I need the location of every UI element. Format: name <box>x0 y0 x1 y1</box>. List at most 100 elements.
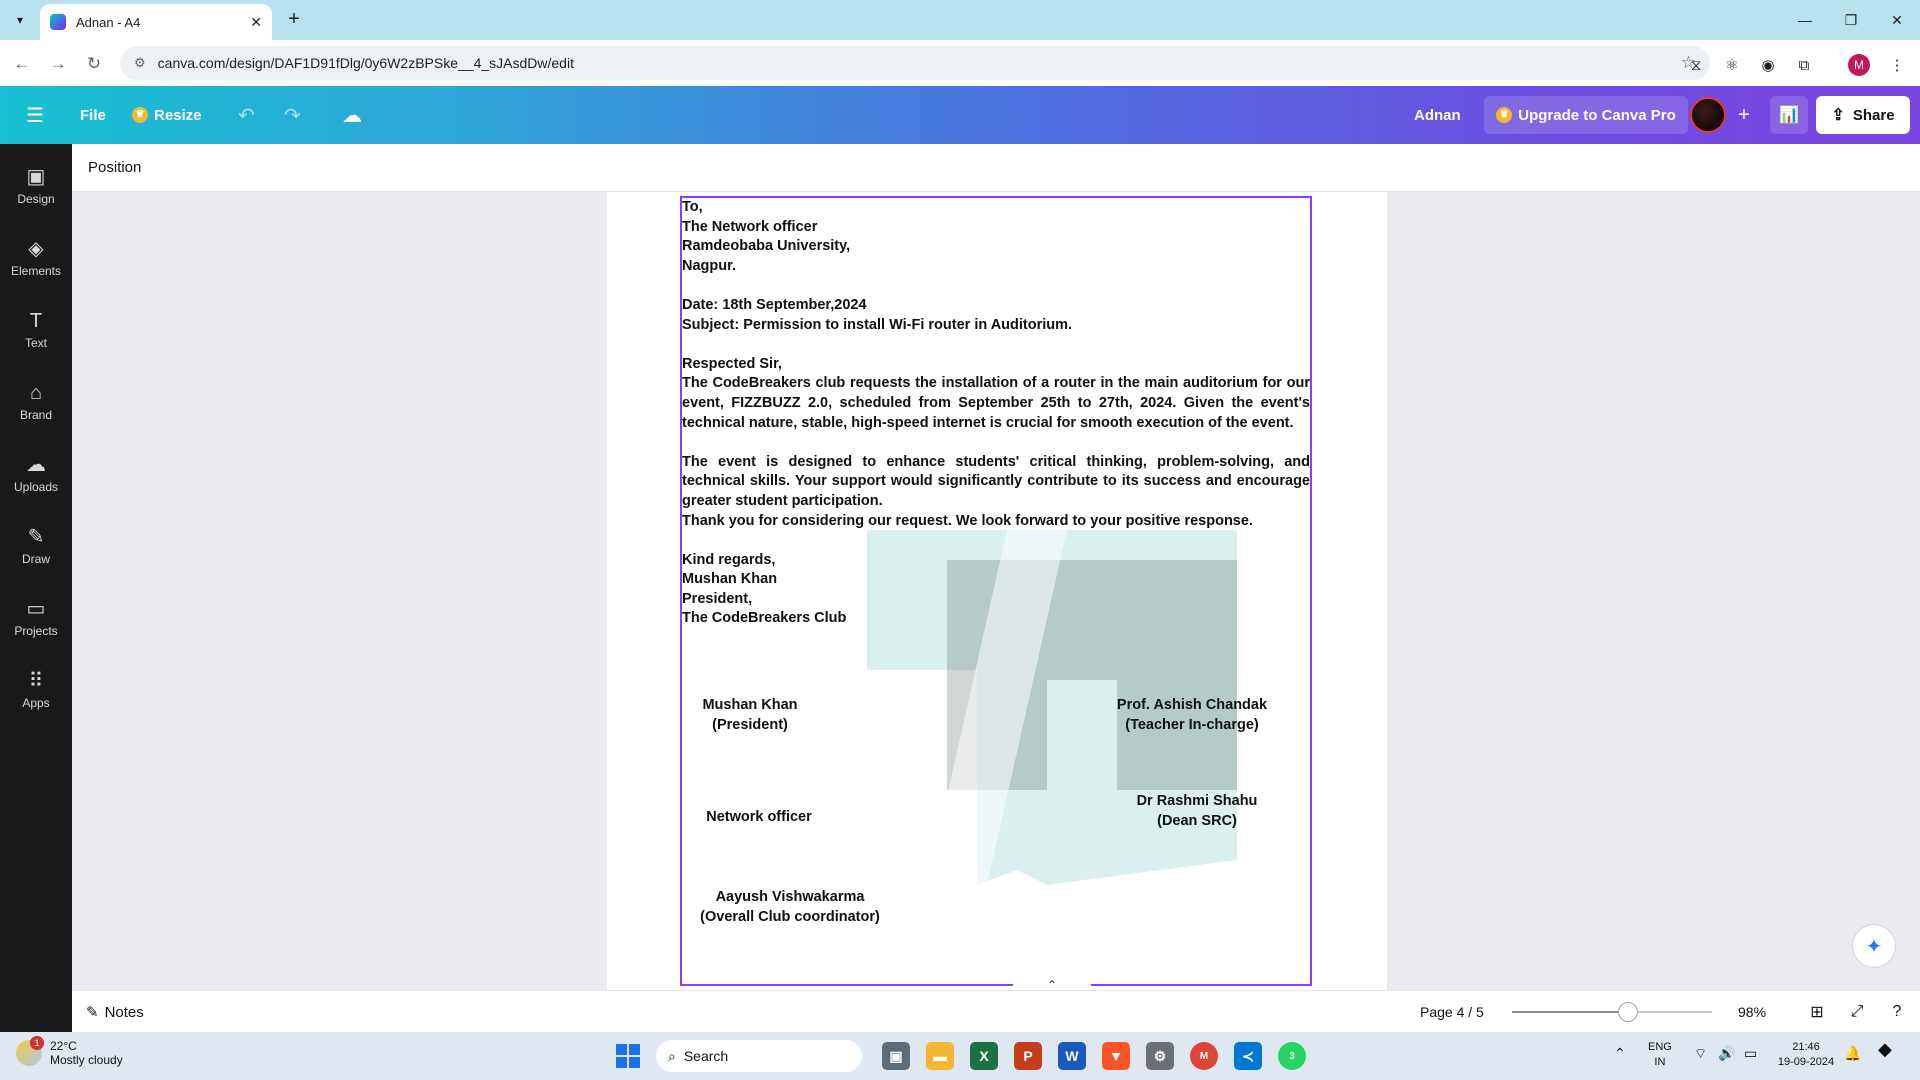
sidebar-item-apps[interactable]: ⠿ Apps <box>0 660 72 720</box>
apps-icon: ⠿ <box>28 669 44 692</box>
powerpoint-icon[interactable]: P <box>1014 1042 1042 1070</box>
battery-icon[interactable]: ▭ <box>1744 1046 1757 1061</box>
signature-name: Prof. Ashish Chandak <box>1116 697 1268 713</box>
undo-icon: ↶ <box>238 104 255 127</box>
forward-button[interactable]: → <box>44 50 72 78</box>
page-indicator[interactable]: Page 4 / 5 <box>1420 1004 1484 1020</box>
uploads-icon: ☁ <box>26 453 46 476</box>
resize-button[interactable]: ♛ Resize <box>132 86 202 144</box>
minimize-button[interactable]: — <box>1782 0 1828 40</box>
share-upload-icon: ⇪ <box>1831 107 1845 124</box>
whatsapp-icon[interactable]: 3 <box>1278 1042 1306 1070</box>
zoom-slider-thumb[interactable] <box>1618 1002 1638 1022</box>
sidebar-label: Elements <box>10 263 62 278</box>
vscode-icon[interactable]: ≺ <box>1234 1042 1262 1070</box>
magic-assistant-sparkle-icon[interactable]: ✦ <box>1852 924 1896 968</box>
taskbar-search[interactable]: ⌕ Search <box>656 1040 862 1072</box>
to-line: The Network officer <box>682 218 818 235</box>
canvas-workspace: To, The Network officer Ramdeobaba Unive… <box>72 192 1920 990</box>
excel-icon[interactable]: X <box>970 1042 998 1070</box>
upgrade-pro-button[interactable]: ♛ Upgrade to Canva Pro <box>1484 96 1688 134</box>
word-icon[interactable]: W <box>1058 1042 1086 1070</box>
reload-button[interactable]: ↻ <box>80 50 108 78</box>
copilot-icon[interactable]: ◆ <box>1878 1040 1892 1058</box>
file-menu-button[interactable]: File <box>80 86 106 144</box>
signature-role: (Overall Club coordinator) <box>700 908 880 925</box>
extension-panda-icon[interactable]: ◉ <box>1757 54 1779 76</box>
user-avatar[interactable] <box>1690 97 1726 133</box>
invite-collaborator-button[interactable]: + <box>1728 99 1760 131</box>
elements-icon: ◈ <box>28 237 44 260</box>
fullscreen-icon[interactable]: ⤢ <box>1846 1001 1868 1023</box>
close-window-button[interactable]: ✕ <box>1874 0 1920 40</box>
volume-icon[interactable]: 🔊 <box>1718 1046 1735 1061</box>
extension-vk-icon[interactable]: ⧖ <box>1685 54 1707 76</box>
sidebar-item-projects[interactable]: ▭ Projects <box>0 588 72 648</box>
share-button[interactable]: ⇪ Share <box>1816 96 1910 134</box>
address-bar[interactable]: ⚙ canva.com/design/DAF1D91fDlg/0y6W2zBPS… <box>120 46 1710 80</box>
hamburger-icon: ☰ <box>26 104 44 127</box>
closing-line: President, <box>682 590 753 607</box>
sidebar-item-text[interactable]: T Text <box>0 300 72 360</box>
wifi-icon[interactable]: ⌔ <box>1694 1046 1707 1061</box>
notes-icon: ✎ <box>86 1004 99 1021</box>
site-info-icon[interactable]: ⚙ <box>134 55 146 71</box>
clock[interactable]: 21:46 19-09-2024 <box>1774 1040 1838 1070</box>
letter-paragraph: The event is designed to enhance student… <box>682 453 1310 509</box>
main-menu-button[interactable]: ☰ <box>26 86 44 144</box>
browser-address-row: ← → ↻ ⚙ canva.com/design/DAF1D91fDlg/0y6… <box>0 40 1920 86</box>
design-owner-name[interactable]: Adnan <box>1414 86 1461 144</box>
temperature: 22°C <box>50 1039 77 1053</box>
letter-paragraph: Thank you for considering our request. W… <box>682 512 1253 529</box>
browser-tab-active[interactable]: Adnan - A4 ✕ <box>40 4 272 40</box>
sidebar-item-uploads[interactable]: ☁ Uploads <box>0 444 72 504</box>
redo-button[interactable]: ↷ <box>284 86 301 144</box>
language-indicator[interactable]: ENG IN <box>1648 1040 1672 1070</box>
restore-button[interactable]: ❐ <box>1828 0 1874 40</box>
task-view-icon[interactable]: ▣ <box>882 1042 910 1070</box>
signature-role: (President) <box>712 716 788 733</box>
new-tab-button[interactable]: + <box>282 8 306 32</box>
crown-icon: ♛ <box>1496 107 1513 123</box>
sidebar-item-design[interactable]: ▣ Design <box>0 156 72 216</box>
weather-widget[interactable]: 1 22°C Mostly cloudy <box>16 1036 123 1067</box>
brave-icon[interactable]: ▼ <box>1102 1042 1130 1070</box>
extension-react-icon[interactable]: ⚛ <box>1721 54 1743 76</box>
position-button[interactable]: Position <box>88 159 141 176</box>
letter-text-box[interactable]: To, The Network officer Ramdeobaba Unive… <box>680 196 1312 986</box>
tab-list-dropdown[interactable]: ▾ <box>8 8 32 32</box>
settings-gear-icon[interactable]: ⚙ <box>1146 1042 1174 1070</box>
file-explorer-icon[interactable]: ▬ <box>926 1042 954 1070</box>
notes-button[interactable]: ✎ Notes <box>86 1003 144 1021</box>
insights-chart-icon[interactable]: 📊 <box>1770 96 1808 134</box>
sidebar-item-elements[interactable]: ◈ Elements <box>0 228 72 288</box>
collapse-pages-chevron-icon[interactable]: ⌃ <box>1012 978 1092 990</box>
zoom-slider[interactable] <box>1512 1002 1712 1022</box>
browser-menu-icon[interactable]: ⋮ <box>1886 54 1908 76</box>
save-status-button[interactable]: ☁ <box>342 86 362 144</box>
extensions-puzzle-icon[interactable]: ⧉ <box>1793 54 1815 76</box>
sidebar-item-draw[interactable]: ✎ Draw <box>0 516 72 576</box>
grid-view-icon[interactable]: ⊞ <box>1806 1001 1828 1023</box>
sidebar-item-brand[interactable]: ⌂ Brand <box>0 372 72 432</box>
undo-button[interactable]: ↶ <box>238 86 255 144</box>
crown-icon: ♛ <box>132 107 148 123</box>
signature-name: Dr Rashmi Shahu <box>1136 793 1258 809</box>
signature-role: (Dean SRC) <box>1157 812 1237 829</box>
chrome-icon[interactable]: M <box>1190 1042 1218 1070</box>
tray-overflow-chevron-icon[interactable]: ⌃ <box>1614 1046 1626 1061</box>
chrome-badge: M <box>1199 1050 1209 1062</box>
help-icon[interactable]: ? <box>1886 1001 1908 1023</box>
zoom-level[interactable]: 98% <box>1738 1004 1766 1020</box>
language-code: ENG <box>1648 1041 1672 1053</box>
projects-icon: ▭ <box>26 597 46 620</box>
windows-start-icon[interactable] <box>616 1044 640 1068</box>
close-tab-icon[interactable]: ✕ <box>250 14 262 31</box>
profile-avatar[interactable]: M <box>1848 54 1870 76</box>
signature-name: Mushan Khan <box>702 697 798 713</box>
sidebar-label: Design <box>17 191 55 206</box>
notifications-bell-icon[interactable]: 🔔 <box>1844 1046 1861 1061</box>
back-button[interactable]: ← <box>8 50 36 78</box>
